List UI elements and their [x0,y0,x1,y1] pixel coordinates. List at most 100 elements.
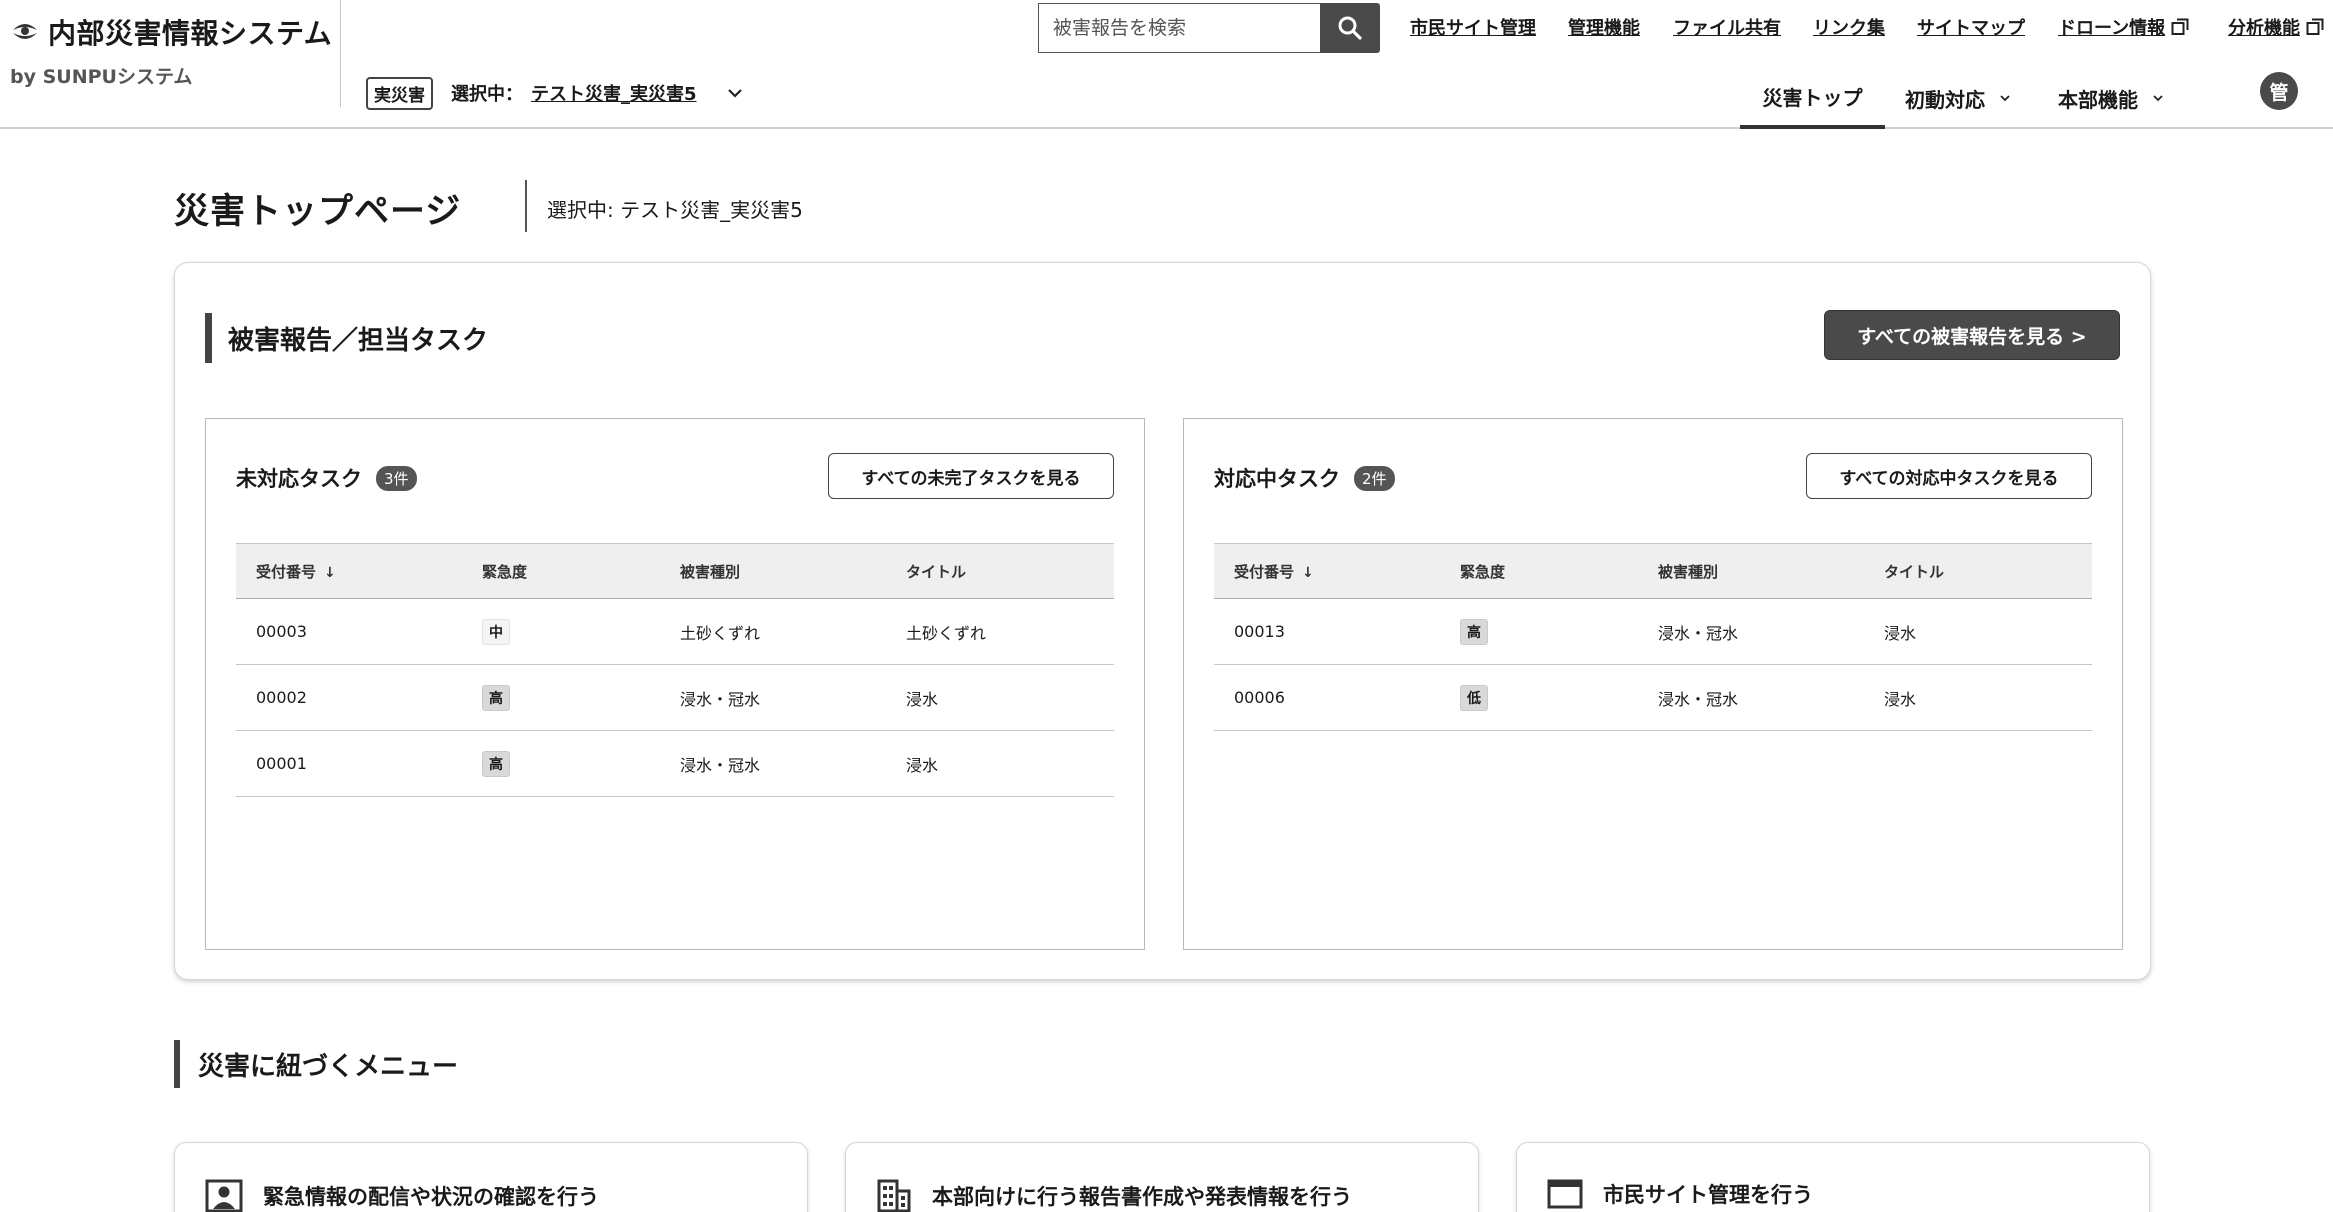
disaster-selector[interactable]: 実災害 選択中： テスト災害_実災害5 [366,76,743,110]
cell-id: 00001 [256,754,307,773]
cell-title: 浸水 [906,755,939,775]
user-avatar[interactable]: 管 [2260,72,2298,110]
app-header: 内部災害情報システム by SUNPUシステム 実災害 選択中： テスト災害_実… [0,0,2333,129]
count-badge: 2件 [1354,465,1395,491]
panel-title: 対応中タスク [1214,467,1340,491]
column-header-urgency: 緊急度 [482,562,528,581]
count-badge: 3件 [376,465,417,491]
view-all-in-progress-button[interactable]: すべての対応中タスクを見る [1806,453,2092,499]
cell-title: 浸水 [1884,689,1917,709]
column-header-id[interactable]: 受付番号 ↓ [256,561,336,582]
cell-type: 浸水・冠水 [680,689,761,709]
urgency-badge: 高 [1460,618,1488,645]
cell-type: 浸水・冠水 [680,755,761,775]
column-header-id[interactable]: 受付番号 ↓ [1234,561,1314,582]
table-row[interactable]: 00002 高 浸水・冠水 浸水 [236,665,1114,731]
nav-disaster-top[interactable]: 災害トップ [1740,67,1885,129]
link-citizen-site-admin[interactable]: 市民サイト管理 [1410,14,1536,40]
app-title[interactable]: 内部災害情報システム [48,12,332,52]
nav-initial-response[interactable]: 初動対応 [1905,67,2011,129]
logo-icon [13,24,37,39]
menu-section-header: 災害に紐づくメニュー [174,1040,458,1088]
section-title: 被害報告／担当タスク [228,325,489,356]
cell-id: 00013 [1234,622,1285,641]
chevron-down-icon [2153,95,2163,102]
table-row[interactable]: 00003 中 土砂くずれ 土砂くずれ [236,599,1114,665]
page-title: 災害トップページ [174,192,462,232]
chevron-down-icon [2000,95,2010,102]
column-header-title: タイトル [906,562,967,581]
urgency-badge: 低 [1460,684,1488,711]
table-header: 受付番号 ↓ 緊急度 被害種別 タイトル [236,543,1114,599]
app-subtitle: by SUNPUシステム [10,66,193,88]
table-row[interactable]: 00013 高 浸水・冠水 浸水 [1214,599,2092,665]
search-button[interactable] [1320,3,1380,53]
link-links[interactable]: リンク集 [1813,14,1885,40]
search-bar [1038,3,1380,53]
external-window-icon [2171,18,2189,35]
cell-id: 00003 [256,622,307,641]
view-all-unfinished-button[interactable]: すべての未完了タスクを見る [828,453,1114,499]
urgency-badge: 高 [482,750,510,777]
section-accent-bar [174,1040,180,1088]
person-card-icon [205,1179,243,1212]
table-row[interactable]: 00001 高 浸水・冠水 浸水 [236,731,1114,797]
panel-header: 対応中タスク 2件 [1214,461,1395,495]
browser-window-icon [1547,1179,1583,1209]
table-header: 受付番号 ↓ 緊急度 被害種別 タイトル [1214,543,2092,599]
title-divider [525,180,527,232]
cell-id: 00002 [256,688,307,707]
cell-type: 浸水・冠水 [1658,623,1739,643]
cell-urgency: 高 [482,684,510,711]
unhandled-tasks-table: 受付番号 ↓ 緊急度 被害種別 タイトル 00003 中 土砂くずれ 土砂くずれ … [236,543,1114,797]
view-all-reports-button[interactable]: すべての被害報告を見る > [1824,310,2120,360]
link-file-share[interactable]: ファイル共有 [1673,14,1781,40]
menu-section-title: 災害に紐づくメニュー [198,1051,459,1082]
nav-hq-functions[interactable]: 本部機能 [2058,67,2164,129]
menu-card-label: 緊急情報の配信や状況の確認を行う [263,1185,599,1209]
panel-title: 未対応タスク [236,467,362,491]
table-row[interactable]: 00006 低 浸水・冠水 浸水 [1214,665,2092,731]
link-admin-functions[interactable]: 管理機能 [1568,14,1640,40]
menu-card-label: 市民サイト管理を行う [1603,1183,1813,1207]
disaster-selector-value[interactable]: テスト災害_実災害5 [531,80,697,106]
column-header-title: タイトル [1884,562,1945,581]
cell-title: 土砂くずれ [906,623,987,643]
menu-card-hq-reports[interactable]: 本部向けに行う報告書作成や発表情報を行う [845,1142,1479,1212]
in-progress-tasks-panel: 対応中タスク 2件 すべての対応中タスクを見る 受付番号 ↓ 緊急度 被害種別 タ… [1183,418,2123,950]
brand-area: 内部災害情報システム by SUNPUシステム [0,0,341,107]
disaster-type-tag: 実災害 [366,76,433,110]
sort-arrow-icon: ↓ [1302,564,1314,581]
menu-card-emergency-info[interactable]: 緊急情報の配信や状況の確認を行う [174,1142,808,1212]
chevron-down-icon[interactable] [727,85,743,101]
reports-tasks-card: 被害報告／担当タスク すべての被害報告を見る > 未対応タスク 3件 すべての未… [174,262,2151,980]
cell-type: 浸水・冠水 [1658,689,1739,709]
unhandled-tasks-panel: 未対応タスク 3件 すべての未完了タスクを見る 受付番号 ↓ 緊急度 被害種別 タ… [205,418,1145,950]
cell-urgency: 中 [482,618,510,645]
link-drone-info[interactable]: ドローン情報 [2058,14,2189,40]
menu-card-label: 本部向けに行う報告書作成や発表情報を行う [932,1185,1352,1209]
section-accent-bar [205,313,212,363]
column-header-type: 被害種別 [1658,562,1719,581]
cell-urgency: 高 [482,750,510,777]
cell-title: 浸水 [1884,623,1917,643]
search-input[interactable] [1038,3,1320,53]
utility-links: 市民サイト管理 管理機能 ファイル共有 リンク集 サイトマップ ドローン情報 分… [1410,14,2333,42]
column-header-urgency: 緊急度 [1460,562,1506,581]
menu-card-citizen-site[interactable]: 市民サイト管理を行う [1516,1142,2150,1212]
cell-type: 土砂くずれ [680,623,761,643]
urgency-badge: 中 [482,618,510,645]
external-window-icon [2306,18,2324,35]
disaster-selector-label: 選択中： [451,84,523,105]
panel-header: 未対応タスク 3件 [236,461,417,495]
sort-arrow-icon: ↓ [324,564,336,581]
urgency-badge: 高 [482,684,510,711]
cell-title: 浸水 [906,689,939,709]
search-icon [1338,16,1362,40]
link-sitemap[interactable]: サイトマップ [1917,14,2025,40]
building-icon [877,1179,911,1212]
link-analysis[interactable]: 分析機能 [2228,14,2324,40]
selected-disaster-text: 選択中: テスト災害_実災害5 [547,198,803,222]
section-header: 被害報告／担当タスク [205,313,488,363]
column-header-type: 被害種別 [680,562,741,581]
